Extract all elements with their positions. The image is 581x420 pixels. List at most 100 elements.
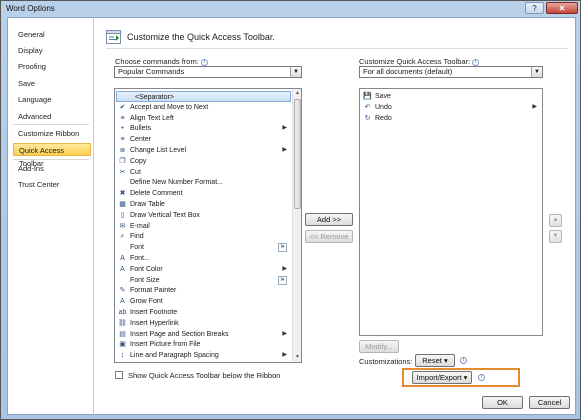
qat-label: Save (375, 93, 391, 100)
close-button[interactable]: ✕ (546, 2, 578, 14)
command-item-center[interactable]: ≡ Center (116, 134, 291, 145)
qat-item-undo[interactable]: ↶ Undo ▶ (361, 102, 541, 113)
command-item-align-text-left[interactable]: ≡ Align Text Left (116, 113, 291, 124)
command-label: Line and Paragraph Spacing (130, 352, 219, 360)
font-picker-icon: I▾ (278, 243, 287, 253)
qat-items-list[interactable]: 💾 Save ↶ Undo ▶ ↻ Redo (359, 88, 543, 336)
choose-commands-select[interactable]: Popular Commands ▼ (114, 66, 302, 78)
command-item-grow-font[interactable]: A Grow Font (116, 296, 291, 307)
qat-item-save[interactable]: 💾 Save (361, 91, 541, 102)
commands-scrollbar[interactable]: ▲ ▼ (292, 89, 301, 362)
e-mail-icon: ✉ (119, 222, 126, 230)
command-item-insert-page-and-section-breaks[interactable]: ▤ Insert Page and Section Breaks ▶ (116, 329, 291, 340)
nav-item-advanced[interactable]: Advanced (13, 110, 91, 123)
format-painter-icon: ✎ (119, 287, 126, 295)
qat-label: Redo (375, 114, 392, 122)
command-item-find[interactable]: ⌕ Find (116, 231, 291, 242)
window-title: Word Options (6, 4, 55, 13)
nav-item-quick-access-toolbar[interactable]: Quick Access Toolbar (13, 143, 91, 168)
cancel-button[interactable]: Cancel (529, 396, 570, 409)
nav-item-add-ins[interactable]: Add-Ins (13, 162, 91, 175)
nav-item-trust-center[interactable]: Trust Center (13, 178, 91, 191)
ok-button[interactable]: OK (482, 396, 523, 409)
command-label: Change List Level (130, 147, 187, 154)
font-icon (118, 243, 127, 252)
command-item-insert-hyperlink[interactable]: ⛓ Insert Hyperlink (116, 318, 291, 329)
command-item-font-color[interactable]: A Font Color ▶ (116, 264, 291, 275)
draw-table-icon: ▦ (119, 201, 126, 208)
copy-icon: ❐ (119, 157, 126, 165)
cut-icon: ✂ (119, 168, 126, 176)
scroll-down-icon[interactable]: ▼ (293, 353, 301, 362)
command-label: Insert Picture from File (130, 341, 201, 349)
nav-item-display[interactable]: Display (13, 44, 91, 57)
command-label: Cut (130, 168, 141, 176)
nav-item-language[interactable]: Language (13, 93, 91, 106)
nav-item-customize-ribbon[interactable]: Customize Ribbon (13, 127, 91, 140)
scroll-thumb[interactable] (294, 99, 301, 209)
command-item-insert-picture-from-file[interactable]: ▣ Insert Picture from File (116, 339, 291, 350)
customize-qat-select[interactable]: For all documents (default) ▼ (359, 66, 543, 78)
command-item-font-size[interactable]: Font Size I▾ (116, 275, 291, 286)
font-icon: A (120, 255, 125, 262)
import-export-button[interactable]: Import/Export ▾ (412, 371, 472, 384)
modify-button[interactable]: Modify... (359, 340, 399, 353)
command-item-copy[interactable]: ❐ Copy (116, 156, 291, 167)
add-button[interactable]: Add >> (305, 213, 353, 226)
command-label: Draw Vertical Text Box (130, 211, 200, 219)
move-up-button[interactable]: ▲ (549, 214, 562, 227)
remove-button[interactable]: << Remove (305, 230, 353, 243)
command-item-draw-vertical-text-box[interactable]: ▯ Draw Vertical Text Box (116, 210, 291, 221)
dropdown-arrow-icon[interactable]: ▼ (290, 67, 301, 77)
command-label: Delete Comment (130, 190, 183, 198)
command-item-insert-footnote[interactable]: ab Insert Footnote (116, 307, 291, 318)
help-button[interactable]: ? (525, 2, 544, 14)
insert-picture-from-file-icon: ▣ (119, 341, 126, 349)
command-item-separator[interactable]: <Separator> (116, 91, 291, 102)
command-item-change-list-level[interactable]: ≣ Change List Level ▶ (116, 145, 291, 156)
word-options-window: Word Options ? ✕ General Display Proofin… (0, 0, 581, 420)
command-item-line-and-paragraph-spacing[interactable]: ↕ Line and Paragraph Spacing ▶ (116, 350, 291, 361)
nav-separator (13, 124, 89, 125)
show-below-ribbon-label: Show Quick Access Toolbar below the Ribb… (128, 371, 281, 380)
show-below-ribbon-checkbox[interactable] (115, 371, 123, 379)
bullets-icon: • (121, 125, 124, 133)
dropdown-arrow-icon[interactable]: ▼ (531, 67, 542, 77)
command-item-draw-table[interactable]: ▦ Draw Table (116, 199, 291, 210)
submenu-arrow-icon: ▶ (282, 147, 287, 153)
command-item-accept-and-move-to-next[interactable]: ✔ Accept and Move to Next (116, 102, 291, 113)
separator-icon (119, 93, 128, 102)
info-icon: i (478, 374, 485, 381)
command-item-font[interactable]: Font I▾ (116, 242, 291, 253)
command-item-delete-comment[interactable]: ✖ Delete Comment (116, 188, 291, 199)
command-label: Font Color (130, 265, 163, 273)
qat-item-redo[interactable]: ↻ Redo (361, 113, 541, 124)
reset-button[interactable]: Reset ▾ (415, 354, 455, 367)
command-label: Grow Font (130, 298, 163, 306)
command-label: Draw Table (130, 201, 165, 208)
commands-list[interactable]: ▲ ▼ <Separator> ✔ Accept and Move to Next ≡… (114, 88, 302, 363)
customize-qat-value: For all documents (default) (363, 67, 453, 76)
command-item-format-painter[interactable]: ✎ Format Painter (116, 285, 291, 296)
insert-footnote-icon: ab (118, 309, 127, 316)
command-label: Center (130, 136, 152, 144)
command-label: Insert Footnote (130, 309, 178, 316)
command-item-define-new-number-format[interactable]: Define New Number Format... (116, 177, 291, 188)
font-color-icon: A (120, 265, 125, 273)
nav-item-general[interactable]: General (13, 28, 91, 41)
command-label: Font (130, 244, 145, 252)
command-label: Font... (130, 255, 150, 262)
scroll-up-icon[interactable]: ▲ (293, 89, 301, 98)
command-item-cut[interactable]: ✂ Cut (116, 167, 291, 178)
choose-commands-label: Choose commands from: i (115, 57, 208, 66)
nav-item-save[interactable]: Save (13, 77, 91, 90)
command-item-bullets[interactable]: • Bullets ▶ (116, 123, 291, 134)
redo-icon: ↻ (364, 114, 371, 122)
command-item-e-mail[interactable]: ✉ E-mail (116, 221, 291, 232)
command-label: E-mail (130, 222, 150, 230)
nav-item-proofing[interactable]: Proofing (13, 60, 91, 73)
command-item-font[interactable]: A Font... (116, 253, 291, 264)
insert-page-and-section-breaks-icon: ▤ (119, 330, 126, 338)
move-down-button[interactable]: ▼ (549, 230, 562, 243)
info-icon: i (472, 58, 480, 66)
